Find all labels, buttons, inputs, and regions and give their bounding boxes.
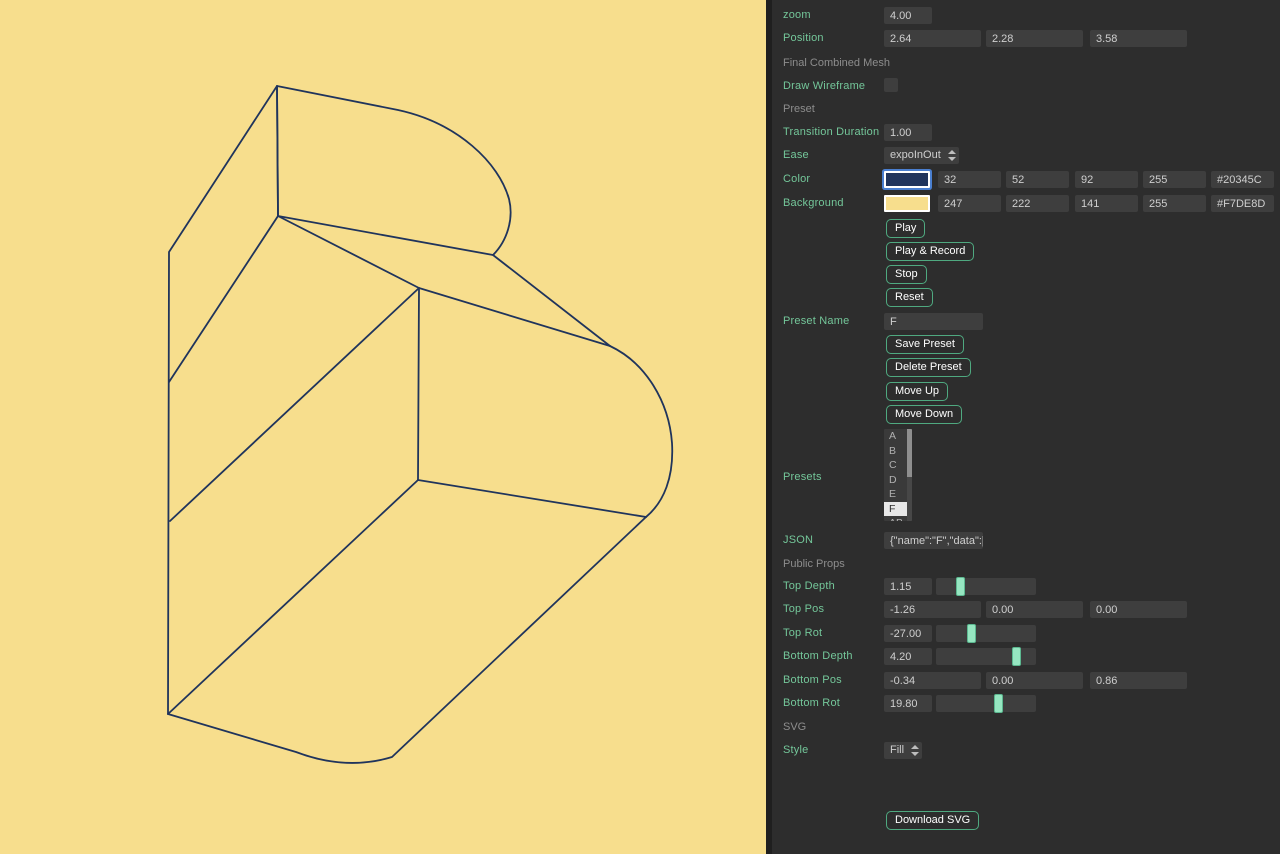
draw-wireframe-label: Draw Wireframe xyxy=(783,80,865,92)
color-g-input[interactable] xyxy=(1006,171,1069,188)
wireframe-edge xyxy=(169,216,278,382)
bottom-rot-slider[interactable] xyxy=(936,695,1036,712)
transition-duration-input[interactable] xyxy=(884,124,932,141)
top-pos-z-input[interactable] xyxy=(1090,601,1187,618)
bottom-rot-slider-thumb[interactable] xyxy=(994,694,1003,713)
color-r-input[interactable] xyxy=(938,171,1001,188)
draw-wireframe-checkbox[interactable] xyxy=(884,78,898,92)
wireframe-edge xyxy=(610,346,672,517)
bottom-pos-label: Bottom Pos xyxy=(783,674,842,686)
top-rot-slider-thumb[interactable] xyxy=(967,624,976,643)
bottom-depth-label: Bottom Depth xyxy=(783,650,853,662)
top-rot-label: Top Rot xyxy=(783,627,822,639)
play-record-button[interactable]: Play & Record xyxy=(886,242,974,261)
section-public-props: Public Props xyxy=(783,558,845,570)
style-select[interactable]: Fill xyxy=(884,742,922,759)
letter-b-wireframe xyxy=(0,0,766,854)
section-preset: Preset xyxy=(783,103,815,115)
position-x-input[interactable] xyxy=(884,30,981,47)
top-pos-y-input[interactable] xyxy=(986,601,1083,618)
delete-preset-button[interactable]: Delete Preset xyxy=(886,358,971,377)
play-button[interactable]: Play xyxy=(886,219,925,238)
wireframe-edge xyxy=(168,517,646,763)
zoom-input[interactable] xyxy=(884,7,932,24)
json-label: JSON xyxy=(783,534,813,546)
top-depth-label: Top Depth xyxy=(783,580,835,592)
ease-label: Ease xyxy=(783,149,809,161)
position-label: Position xyxy=(783,32,824,44)
move-up-button[interactable]: Move Up xyxy=(886,382,948,401)
wireframe-edge xyxy=(493,255,610,346)
top-pos-label: Top Pos xyxy=(783,603,824,615)
position-y-input[interactable] xyxy=(986,30,1083,47)
bottom-depth-slider-thumb[interactable] xyxy=(1012,647,1021,666)
presets-list[interactable]: ABCDEFAB xyxy=(884,429,912,521)
bottom-depth-input[interactable] xyxy=(884,648,932,665)
top-rot-input[interactable] xyxy=(884,625,932,642)
bottom-pos-y-input[interactable] xyxy=(986,672,1083,689)
control-panel: zoom Position Final Combined Mesh Draw W… xyxy=(766,0,1280,854)
wireframe-edge xyxy=(419,288,610,346)
bottom-rot-label: Bottom Rot xyxy=(783,697,840,709)
reset-button[interactable]: Reset xyxy=(886,288,933,307)
background-a-input[interactable] xyxy=(1143,195,1206,212)
move-down-button[interactable]: Move Down xyxy=(886,405,962,424)
updown-arrows-icon xyxy=(947,150,955,161)
background-label: Background xyxy=(783,197,844,209)
wireframe-edge xyxy=(278,216,419,288)
color-swatch[interactable] xyxy=(884,171,930,188)
transition-duration-label: Transition Duration xyxy=(783,126,879,138)
wireframe-edge xyxy=(277,86,511,255)
app-window: zoom Position Final Combined Mesh Draw W… xyxy=(0,0,1280,854)
preset-name-input[interactable] xyxy=(884,313,983,330)
wireframe-edge xyxy=(418,288,419,480)
presets-scrollbar-thumb[interactable] xyxy=(907,429,912,477)
section-final-combined-mesh: Final Combined Mesh xyxy=(783,57,890,69)
section-svg: SVG xyxy=(783,721,806,733)
ease-select-value: expoInOut xyxy=(890,149,941,161)
wireframe-edge xyxy=(418,480,646,517)
color-a-input[interactable] xyxy=(1143,171,1206,188)
ease-select[interactable]: expoInOut xyxy=(884,147,959,164)
top-pos-x-input[interactable] xyxy=(884,601,981,618)
bottom-pos-x-input[interactable] xyxy=(884,672,981,689)
position-z-input[interactable] xyxy=(1090,30,1187,47)
color-hex-input[interactable] xyxy=(1211,171,1274,188)
zoom-label: zoom xyxy=(783,9,811,21)
top-depth-input[interactable] xyxy=(884,578,932,595)
top-depth-slider[interactable] xyxy=(936,578,1036,595)
presets-label: Presets xyxy=(783,471,822,483)
download-svg-button[interactable]: Download SVG xyxy=(886,811,979,830)
wireframe-edge xyxy=(168,86,277,714)
3d-viewport[interactable] xyxy=(0,0,766,854)
stop-button[interactable]: Stop xyxy=(886,265,927,284)
style-select-value: Fill xyxy=(890,744,904,756)
wireframe-edge xyxy=(277,86,278,216)
preset-name-label: Preset Name xyxy=(783,315,849,327)
background-g-input[interactable] xyxy=(1006,195,1069,212)
bottom-rot-input[interactable] xyxy=(884,695,932,712)
background-r-input[interactable] xyxy=(938,195,1001,212)
bottom-depth-slider[interactable] xyxy=(936,648,1036,665)
background-hex-input[interactable] xyxy=(1211,195,1274,212)
style-label: Style xyxy=(783,744,808,756)
save-preset-button[interactable]: Save Preset xyxy=(886,335,964,354)
color-b-input[interactable] xyxy=(1075,171,1138,188)
top-depth-slider-thumb[interactable] xyxy=(956,577,965,596)
wireframe-edge xyxy=(168,480,418,714)
updown-arrows-icon xyxy=(910,745,918,756)
bottom-pos-z-input[interactable] xyxy=(1090,672,1187,689)
top-rot-slider[interactable] xyxy=(936,625,1036,642)
background-b-input[interactable] xyxy=(1075,195,1138,212)
json-input[interactable] xyxy=(884,532,983,549)
background-swatch[interactable] xyxy=(884,195,930,212)
color-label: Color xyxy=(783,173,810,185)
